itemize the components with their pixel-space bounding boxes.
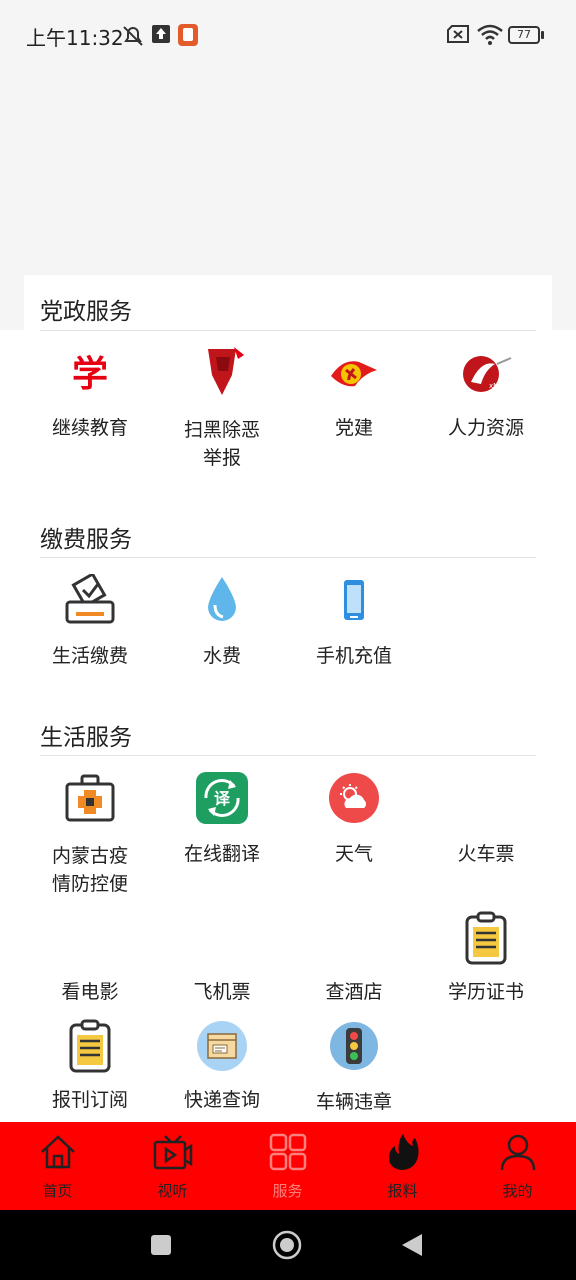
system-nav-bar	[0, 1210, 576, 1280]
service-item-label: 看电影	[61, 981, 119, 1003]
service-item-label: 报刊订阅	[51, 1089, 128, 1111]
medical-kit-icon	[62, 770, 118, 826]
party-emblem-icon	[326, 344, 382, 400]
service-item-label: 天气	[334, 843, 373, 865]
service-item-label: 在线翻译	[183, 843, 260, 865]
service-item-label: 人力资源	[447, 417, 524, 439]
xue-logo-icon: 学	[62, 344, 118, 400]
service-item-label: 党建	[334, 417, 373, 439]
hr-logo-icon: xMRC	[458, 344, 514, 400]
translate-icon: 译	[194, 770, 250, 826]
recents-button[interactable]	[151, 1235, 171, 1255]
wifi-icon	[477, 24, 503, 45]
tab-label: 服务	[272, 1182, 303, 1200]
tab-services[interactable]: 服务	[230, 1122, 345, 1210]
video-icon	[153, 1135, 193, 1170]
service-item-label: 查酒店	[325, 981, 383, 1003]
tab-label: 首页	[42, 1182, 73, 1200]
mute-bell-icon	[123, 26, 143, 46]
water-drop-icon	[194, 572, 250, 628]
svg-text:译: 译	[214, 789, 231, 808]
weather-icon	[326, 770, 382, 826]
section-title-life-services: 生活服务	[40, 725, 132, 751]
back-nav-button[interactable]	[400, 1232, 424, 1258]
service-item-label: 快递查询	[183, 1089, 260, 1111]
status-bar: 上午11:32 77	[0, 0, 576, 72]
service-item-label: 手机充值	[315, 645, 392, 667]
fire-icon	[389, 1134, 419, 1170]
tab-report[interactable]: 报料	[345, 1122, 460, 1210]
tab-label: 我的	[502, 1182, 533, 1200]
app-notification-icon	[178, 24, 198, 46]
tab-video[interactable]: 视听	[115, 1122, 230, 1210]
service-item-label: 内蒙古疫 情防控便	[51, 845, 128, 895]
service-item-label: 车辆违章	[315, 1091, 392, 1113]
clipboard-icon	[62, 1018, 118, 1074]
no-sim-icon	[447, 25, 469, 43]
service-item-label: 火车票	[457, 843, 515, 865]
svg-text:学: 学	[72, 353, 108, 394]
ballot-box-icon	[62, 572, 118, 628]
battery-tip	[541, 31, 544, 39]
mobile-phone-icon	[326, 572, 382, 628]
service-item-label: 水费	[202, 645, 241, 667]
section-title-payment-services: 缴费服务	[40, 527, 132, 553]
service-item-label: 学历证书	[447, 981, 524, 1003]
package-icon	[194, 1018, 250, 1074]
service-item-label: 飞机票	[193, 981, 251, 1003]
section-title-party-services: 党政服务	[40, 299, 132, 325]
service-item-label: 生活缴费	[51, 645, 128, 667]
svg-text:xMRC: xMRC	[489, 382, 509, 390]
section-divider	[40, 557, 536, 558]
section-divider	[40, 330, 536, 331]
home-icon	[41, 1135, 75, 1169]
anti-crime-fist-icon	[194, 344, 250, 400]
clipboard-icon	[458, 910, 514, 966]
bottom-tab-bar: 首页 视听 服务 报料 我的	[0, 1122, 576, 1210]
tab-profile[interactable]: 我的	[460, 1122, 575, 1210]
traffic-light-icon	[326, 1018, 382, 1074]
section-divider	[40, 755, 536, 756]
upload-icon	[152, 25, 170, 43]
tab-home[interactable]: 首页	[0, 1122, 115, 1210]
battery-indicator: 77	[508, 26, 540, 44]
status-time: 上午11:32	[26, 26, 124, 50]
grid-icon	[269, 1133, 307, 1171]
tab-label: 视听	[157, 1182, 188, 1200]
service-item-label: 扫黑除恶 举报	[183, 419, 260, 469]
tab-label: 报料	[387, 1182, 418, 1200]
service-item-label: 继续教育	[51, 417, 128, 439]
user-icon	[500, 1134, 536, 1171]
home-nav-button[interactable]	[272, 1230, 302, 1260]
